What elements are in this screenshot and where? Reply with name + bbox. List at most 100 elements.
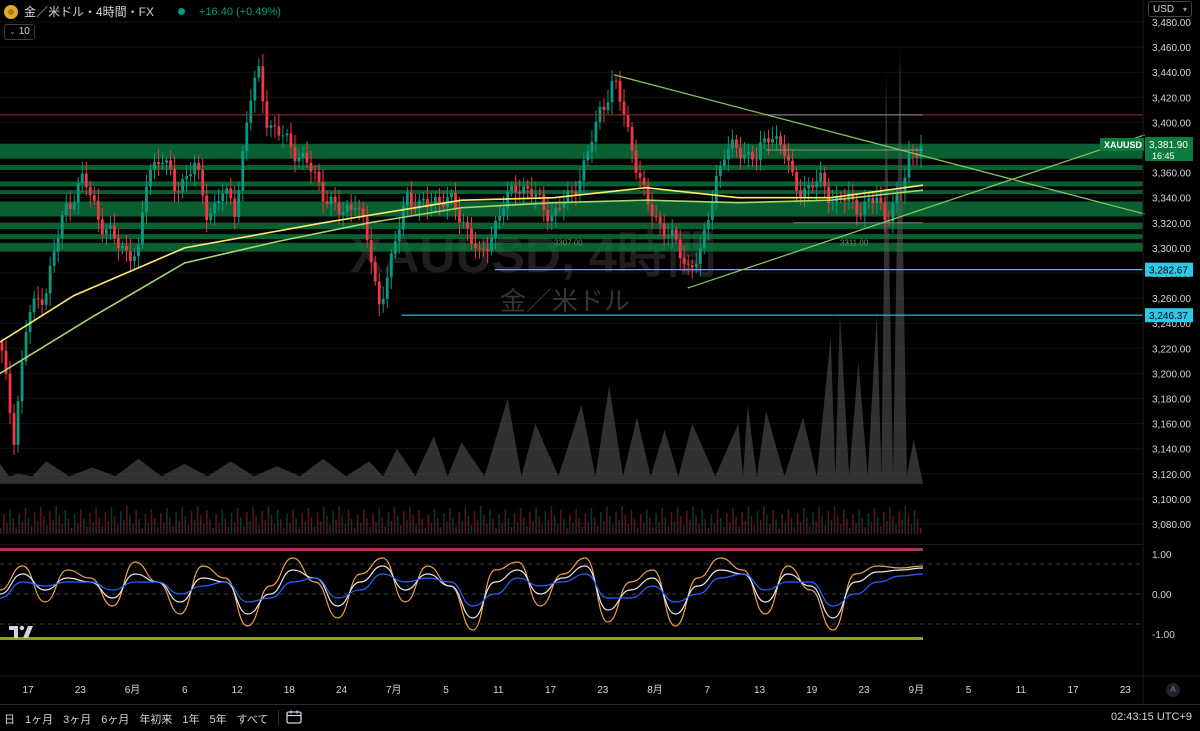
volume-bar <box>79 509 82 534</box>
candle-body <box>205 195 209 221</box>
candle-body <box>129 250 132 262</box>
candle-body <box>64 203 68 216</box>
candle-body <box>710 202 714 221</box>
volume-bar <box>384 526 387 534</box>
volume-bar <box>46 525 48 534</box>
volume-bar <box>787 509 790 534</box>
clock-timezone[interactable]: 02:43:15 UTC+9 <box>1111 711 1192 723</box>
volume-bar <box>3 514 5 534</box>
candle-body <box>686 263 690 265</box>
volume-bar <box>916 519 919 534</box>
volume-bar <box>901 520 903 534</box>
candle-body <box>393 241 397 254</box>
volume-bar <box>821 516 823 534</box>
candle-body <box>907 153 911 178</box>
volume-bar <box>507 518 510 534</box>
volume-bar <box>307 508 310 534</box>
candle-body <box>345 204 349 213</box>
candle-body <box>879 197 883 204</box>
volume-bar <box>399 525 402 534</box>
volume-bar <box>449 508 451 534</box>
volume-bar <box>596 526 599 534</box>
volume-bar <box>141 528 144 534</box>
volume-bar <box>439 527 442 534</box>
volume-bar <box>547 520 550 534</box>
time-tick-label: 7月 <box>386 684 402 696</box>
candle-body <box>522 186 526 194</box>
volume-bar <box>492 519 494 534</box>
candle-body <box>606 102 610 111</box>
volume-bar <box>129 515 131 534</box>
volume-bar <box>843 510 845 534</box>
time-axis[interactable]: 17 23 6月 6 12 18 24 7月 5 11 17 23 8月 7 13 19 23 9月 5 11 17 23 <box>0 675 1200 696</box>
candle-body <box>787 155 790 161</box>
volume-bar <box>233 522 236 534</box>
price-tick-label: 3,160.00 <box>1152 420 1191 431</box>
volume-bar <box>239 517 242 534</box>
volume-bar <box>790 518 793 534</box>
candle-body <box>141 212 144 245</box>
candle-body <box>157 161 160 165</box>
volume-bar <box>695 515 697 534</box>
volume-bar <box>338 506 340 534</box>
range-5y[interactable]: 5年 <box>210 711 227 727</box>
volume-bar <box>316 512 319 534</box>
volume-bar <box>9 509 11 534</box>
volume-bar <box>196 506 199 534</box>
range-all[interactable]: すべて <box>237 711 269 727</box>
range-3m[interactable]: 3ヶ月 <box>63 711 91 727</box>
volume-bar <box>593 517 596 534</box>
range-1y[interactable]: 1年 <box>182 711 199 727</box>
volume-bar <box>544 511 547 534</box>
candle-body <box>373 261 377 282</box>
volume-bar <box>486 524 488 534</box>
candle-body <box>739 147 742 159</box>
volume-bar <box>803 508 805 534</box>
volume-bar <box>855 523 857 534</box>
volume-bar <box>572 523 574 534</box>
volume-bar <box>369 527 371 534</box>
volume-bar <box>187 525 190 534</box>
candle-body <box>88 187 92 195</box>
candle-body <box>759 142 762 160</box>
range-6m[interactable]: 6ヶ月 <box>101 711 129 727</box>
volume-bar <box>578 518 580 534</box>
volume-bar <box>809 526 811 534</box>
zone-band <box>0 222 1143 230</box>
candle-body <box>56 238 60 252</box>
volume-bar <box>252 507 254 534</box>
calendar-range-icon[interactable] <box>286 710 302 724</box>
volume-bar <box>907 515 910 534</box>
volume-bar <box>910 524 913 534</box>
time-tick-label: 23 <box>597 685 609 696</box>
range-ytd[interactable]: 年初来 <box>139 711 172 727</box>
candle-body <box>799 190 803 198</box>
candle-body <box>714 175 718 203</box>
candle-body <box>221 193 225 202</box>
candle-body <box>674 229 678 240</box>
candle-body <box>650 204 654 217</box>
volume-bar <box>806 517 808 534</box>
volume-bar <box>30 526 33 534</box>
candle-body <box>201 170 205 196</box>
range-1m[interactable]: 1ヶ月 <box>25 711 53 727</box>
volume-bar <box>292 509 294 534</box>
volume-bar <box>95 508 97 534</box>
watermark-description: 金／米ドル <box>500 286 630 316</box>
volume-bar <box>43 516 45 534</box>
volume-bar <box>267 506 270 534</box>
volume-bar <box>123 520 125 534</box>
auto-scale-button[interactable]: A <box>1166 683 1180 697</box>
price-chart[interactable]: XAUUSD, 4時間 金／米ドル 3307.00 3311.00 1.000.0… <box>0 0 1200 704</box>
volume-bar <box>359 523 362 534</box>
candle-body <box>96 200 100 220</box>
volume-bar <box>898 511 900 534</box>
candle-body <box>177 191 180 193</box>
volume-bar <box>181 507 184 534</box>
volume-bar <box>49 511 51 534</box>
candle-body <box>626 114 630 128</box>
candle-body <box>112 225 116 239</box>
candle-body <box>791 160 794 172</box>
range-1d[interactable]: 日 <box>4 711 15 727</box>
candle-body <box>48 265 52 294</box>
